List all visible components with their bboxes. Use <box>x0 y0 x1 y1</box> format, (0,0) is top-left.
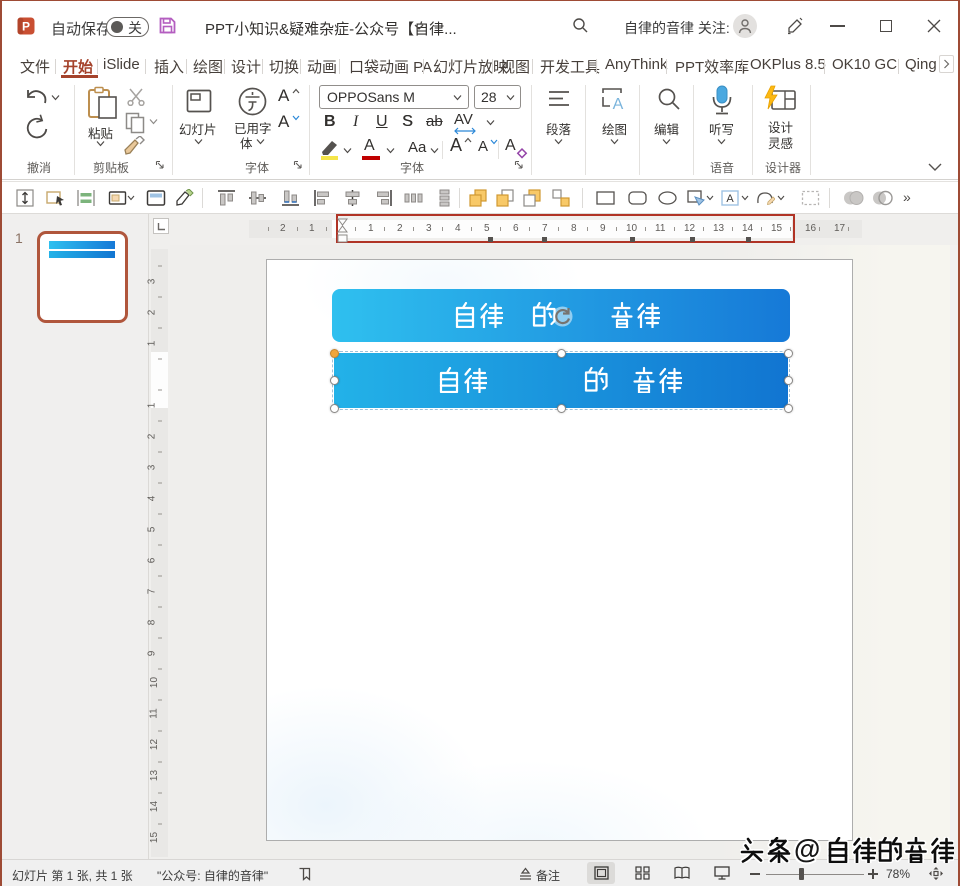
svg-text:P: P <box>22 20 30 34</box>
svg-text:A: A <box>613 96 624 111</box>
svg-text:A: A <box>726 193 734 205</box>
